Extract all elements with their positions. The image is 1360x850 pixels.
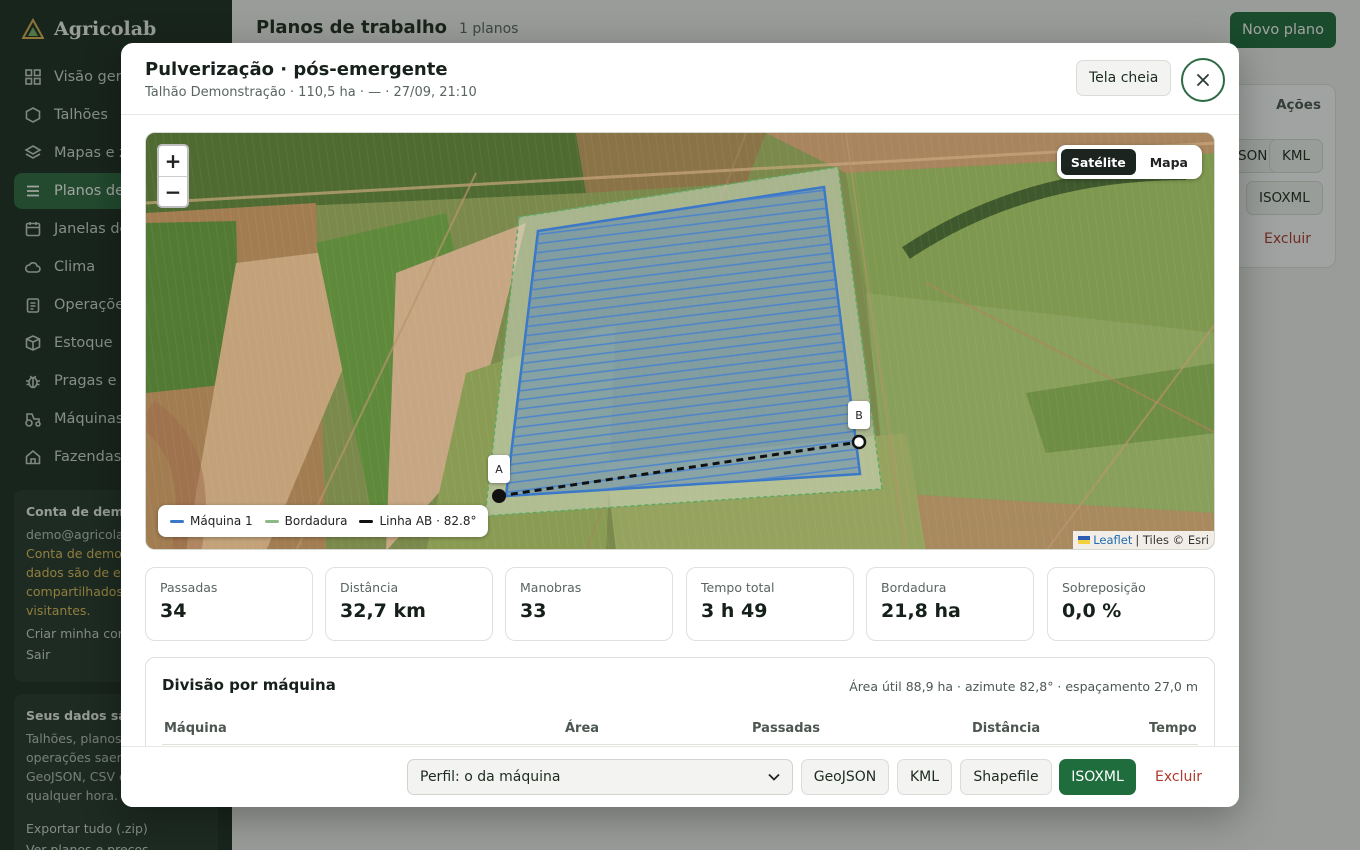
stat-label: Tempo total xyxy=(701,580,775,595)
map-legend: Máquina 1 Bordadura Linha AB · 82.8° xyxy=(158,505,489,537)
division-title: Divisão por máquina xyxy=(162,676,336,694)
marker-b-point xyxy=(851,434,867,450)
zoom-out-button[interactable]: − xyxy=(159,176,187,206)
table-divider xyxy=(162,744,1198,745)
machine-division-card: Divisão por máquina Área útil 88,9 ha · … xyxy=(145,657,1215,746)
export-kml-button[interactable]: KML xyxy=(897,759,952,795)
profile-select-value: Perfil: o da máquina xyxy=(420,769,561,785)
legend-swatch xyxy=(170,519,184,523)
stat-card-total-time: Tempo total 3 h 49 xyxy=(686,567,854,641)
fullscreen-button[interactable]: Tela cheia xyxy=(1076,60,1172,96)
close-icon xyxy=(1197,74,1209,86)
map-attribution: Leaflet | Tiles © Esri xyxy=(1073,531,1214,549)
plan-stats: Passadas 34 Distância 32,7 km Manobras 3… xyxy=(145,567,1215,641)
marker-b-label: B xyxy=(848,401,870,429)
tiles-credit: | Tiles © Esri xyxy=(1135,533,1209,547)
modal-header: Pulverização · pós-emergente Talhão Demo… xyxy=(121,43,1239,115)
legend-swatch xyxy=(264,519,279,523)
profile-select[interactable]: Perfil: o da máquina xyxy=(407,759,793,795)
layer-toggle: Satélite Mapa xyxy=(1056,145,1202,179)
modal-footer: Perfil: o da máquina GeoJSON KML Shapefi… xyxy=(121,746,1239,807)
stat-label: Passadas xyxy=(160,580,218,595)
leaflet-link[interactable]: Leaflet xyxy=(1093,533,1132,547)
division-meta: Área útil 88,9 ha · azimute 82,8° · espa… xyxy=(849,679,1198,694)
plan-modal: Pulverização · pós-emergente Talhão Demo… xyxy=(121,43,1239,807)
stat-label: Bordadura xyxy=(881,580,947,595)
legend-item-ab-line: Linha AB · 82.8° xyxy=(359,514,476,528)
stat-card-overlap: Sobreposição 0,0 % xyxy=(1047,567,1215,641)
stat-label: Manobras xyxy=(520,580,582,595)
stat-card-headland: Bordadura 21,8 ha xyxy=(866,567,1034,641)
export-geojson-button[interactable]: GeoJSON xyxy=(801,759,889,795)
stat-value: 32,7 km xyxy=(340,600,426,622)
stat-value: 0,0 % xyxy=(1062,600,1122,622)
marker-a-label: A xyxy=(488,455,510,483)
export-isoxml-button[interactable]: ISOXML xyxy=(1059,759,1136,795)
flag-icon xyxy=(1078,536,1091,544)
legend-swatch xyxy=(359,519,374,523)
modal-title: Pulverização · pós-emergente xyxy=(145,59,448,80)
column-header-area[interactable]: Área xyxy=(565,721,599,736)
zoom-in-button[interactable]: + xyxy=(159,146,187,176)
stat-value: 21,8 ha xyxy=(881,600,961,622)
stat-value: 34 xyxy=(160,600,187,622)
stat-label: Distância xyxy=(340,580,399,595)
stat-card-distance: Distância 32,7 km xyxy=(325,567,493,641)
satellite-imagery xyxy=(146,133,1214,549)
column-header-machine[interactable]: Máquina xyxy=(164,721,227,736)
stat-card-turns: Manobras 33 xyxy=(505,567,673,641)
export-shapefile-button[interactable]: Shapefile xyxy=(960,759,1052,795)
stat-value: 33 xyxy=(520,600,547,622)
column-header-distance[interactable]: Distância xyxy=(972,721,1040,736)
marker-a-point xyxy=(492,489,506,503)
chevron-down-icon xyxy=(768,773,780,781)
column-header-passes[interactable]: Passadas xyxy=(752,721,820,736)
legend-label: Bordadura xyxy=(284,514,348,528)
close-button[interactable] xyxy=(1181,58,1225,102)
zoom-control: + − xyxy=(157,144,189,208)
stat-label: Sobreposição xyxy=(1062,580,1146,595)
modal-body: A B + − Satélite Mapa Máquina 1 Bordadur… xyxy=(121,116,1239,746)
delete-plan-button[interactable]: Excluir xyxy=(1155,759,1202,795)
layer-map-button[interactable]: Mapa xyxy=(1140,149,1198,175)
stat-value: 3 h 49 xyxy=(701,600,768,622)
legend-item-machine: Máquina 1 xyxy=(170,514,253,528)
column-header-time[interactable]: Tempo xyxy=(1149,721,1197,736)
legend-item-headland: Bordadura xyxy=(264,514,348,528)
legend-label: Linha AB · 82.8° xyxy=(379,514,477,528)
layer-satellite-button[interactable]: Satélite xyxy=(1060,149,1136,175)
plan-map[interactable]: A B + − Satélite Mapa Máquina 1 Bordadur… xyxy=(145,132,1215,550)
legend-label: Máquina 1 xyxy=(190,514,253,528)
modal-subtitle: Talhão Demonstração · 110,5 ha · — · 27/… xyxy=(145,85,477,100)
stat-card-passes: Passadas 34 xyxy=(145,567,313,641)
